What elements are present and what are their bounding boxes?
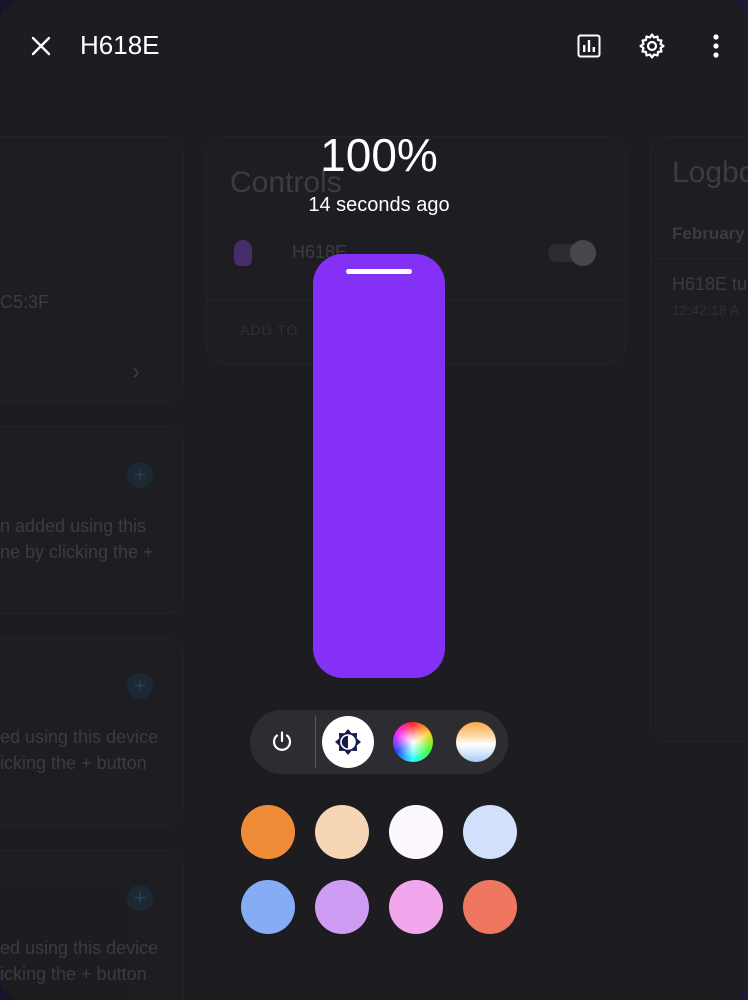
favorite-color-swatch[interactable] (241, 880, 295, 934)
favorite-color-swatch[interactable] (389, 880, 443, 934)
logbook-date: February (672, 224, 745, 243)
color-mode-button[interactable] (387, 716, 439, 768)
device-mac: C5:3F (0, 292, 50, 312)
brightness-percentage: 100% (320, 129, 438, 181)
brightness-slider[interactable] (313, 254, 445, 678)
favorite-color-swatch[interactable] (463, 880, 517, 934)
more-vertical-icon (713, 34, 719, 58)
settings-button[interactable] (628, 22, 676, 70)
brightness-slider-handle[interactable] (346, 269, 412, 274)
close-button[interactable] (17, 22, 65, 70)
gear-icon (639, 33, 665, 59)
plus-icon: + (127, 885, 153, 911)
power-button[interactable] (256, 716, 308, 768)
toggle-knob (570, 240, 596, 266)
logbook-divider (650, 258, 748, 259)
color-temp-mode-button[interactable] (450, 716, 502, 768)
bulb-icon (234, 240, 252, 266)
more-button[interactable] (692, 22, 740, 70)
scene-text: icking the + button (0, 753, 147, 773)
brightness-icon (335, 729, 361, 755)
plus-icon: + (127, 462, 153, 488)
chevron-right-icon: › (132, 358, 140, 385)
history-button[interactable] (565, 22, 613, 70)
automation-text: n added using this (0, 516, 147, 536)
add-to-button: ADD TO (240, 322, 299, 338)
power-icon (272, 731, 292, 751)
dialog-title: H618E (80, 30, 160, 60)
script-text: icking the + button (0, 964, 147, 984)
scene-text: ed using this device (0, 727, 159, 747)
favorite-color-swatch[interactable] (315, 880, 369, 934)
logbook-time: 12:42:18 A (672, 302, 739, 318)
color-wheel-icon (393, 722, 433, 762)
mode-selector (250, 710, 508, 774)
color-temperature-icon (456, 722, 496, 762)
brightness-mode-button[interactable] (322, 716, 374, 768)
dialog-header: H618E (0, 0, 748, 92)
mode-separator (315, 716, 316, 768)
brightness-slider-fill (313, 254, 445, 678)
favorite-color-swatch[interactable] (315, 805, 369, 859)
last-changed: 14 seconds ago (308, 194, 450, 216)
more-info-dialog: C5:3F › + n added using this ne by click… (0, 0, 748, 1000)
close-icon (31, 36, 51, 56)
history-chart-icon (577, 34, 601, 58)
favorite-color-swatch[interactable] (463, 805, 517, 859)
automation-text: ne by clicking the + (0, 542, 154, 562)
plus-icon: + (127, 673, 153, 699)
logbook-entry: H618E tu (672, 274, 748, 294)
favorite-color-swatch[interactable] (389, 805, 443, 859)
favorite-color-swatch[interactable] (241, 805, 295, 859)
script-text: ed using this device (0, 938, 159, 958)
